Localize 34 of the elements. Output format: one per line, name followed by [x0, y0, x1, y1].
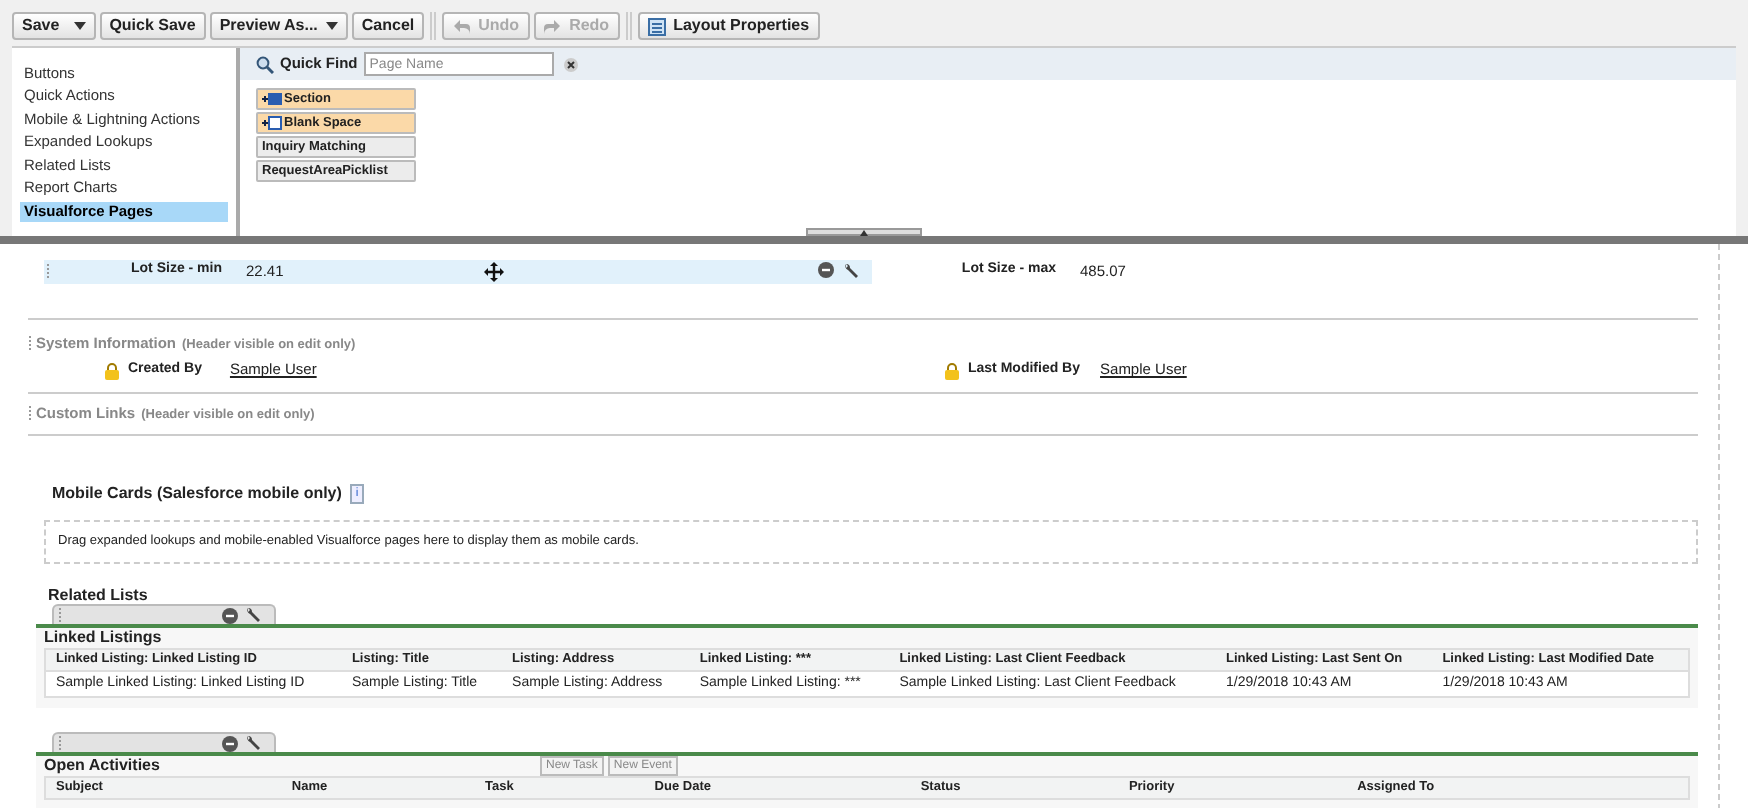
remove-icon[interactable] [222, 607, 238, 623]
dropdown-button[interactable]: Preview As... [209, 12, 348, 40]
remove-icon[interactable] [818, 262, 834, 278]
section-icon [262, 92, 282, 106]
search-icon [256, 55, 274, 73]
list-title: Linked Listings [44, 626, 164, 650]
redo-arrow-icon [543, 18, 562, 34]
caret-icon [860, 230, 868, 236]
toolbar-button[interactable]: Quick Save [99, 12, 206, 40]
caret-icon [325, 22, 338, 30]
drag-handle-icon [46, 263, 50, 279]
toolbar-button[interactable]: Layout Properties [637, 12, 820, 40]
drag-handle-icon [28, 336, 32, 352]
drag-handle-icon [28, 406, 32, 422]
lock-icon [944, 361, 960, 379]
section-title: Related Lists [48, 584, 150, 604]
undo-arrow-icon [452, 18, 471, 34]
clear-icon[interactable] [563, 57, 578, 71]
drag-handle-icon [58, 607, 62, 623]
toolbar-button[interactable]: Cancel [351, 12, 425, 40]
section-title: Mobile Cards (Salesforce mobile only) [52, 482, 342, 506]
lock-icon [104, 361, 120, 379]
wrench-icon[interactable] [842, 262, 860, 280]
remove-icon[interactable] [222, 735, 238, 751]
save-button[interactable]: Save [12, 12, 96, 40]
collapse-handle[interactable] [806, 228, 922, 236]
layout-icon [647, 17, 666, 35]
list-title: Open Activities [44, 754, 162, 778]
caret-icon [73, 22, 86, 30]
blank-space-icon [262, 116, 282, 130]
move-cursor-icon [483, 261, 504, 281]
wrench-icon[interactable] [244, 606, 262, 624]
wrench-icon[interactable] [244, 734, 262, 752]
drag-handle-icon [58, 735, 62, 751]
